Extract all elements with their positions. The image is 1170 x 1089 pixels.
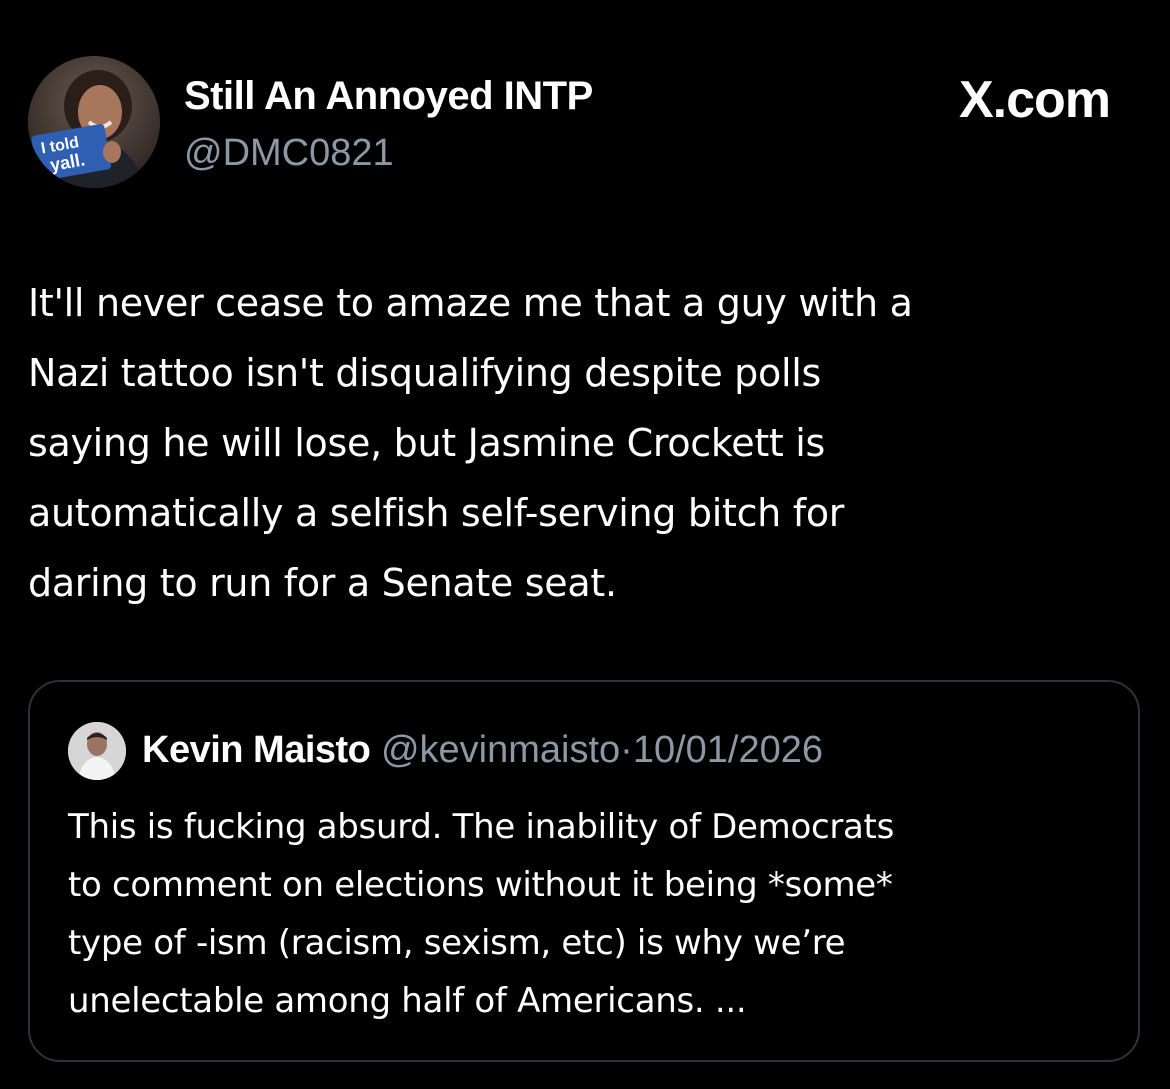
quote-author-avatar[interactable] <box>68 722 126 780</box>
quote-meta: Kevin Maisto @kevinmaisto·10/01/2026 <box>142 726 823 774</box>
quote-text-line: to comment on elections without it being… <box>68 865 893 905</box>
quote-author-handle[interactable]: @kevinmaisto <box>381 729 620 771</box>
tweet-text-line: daring to run for a Senate seat. <box>28 561 617 605</box>
tweet-text-line: It'll never cease to amaze me that a guy… <box>28 281 913 325</box>
author-handle[interactable]: @DMC0821 <box>184 130 394 176</box>
quote-date[interactable]: 10/01/2026 <box>633 729 823 771</box>
author-avatar-image: I told yall. <box>28 56 160 188</box>
quote-tweet-body: This is fucking absurd. The inability of… <box>68 798 1108 1030</box>
quote-text-line: This is fucking absurd. The inability of… <box>68 807 895 847</box>
quote-avatar-image <box>68 722 126 780</box>
tweet-text-line: Nazi tattoo isn't disqualifying despite … <box>28 351 821 395</box>
x-brand-logo: X.com <box>958 71 1111 129</box>
author-avatar[interactable]: I told yall. <box>28 56 160 188</box>
quote-author-name[interactable]: Kevin Maisto <box>142 729 371 771</box>
tweet-header: I told yall. Still An Annoyed INTP @DMC0… <box>28 56 1120 192</box>
quote-tweet-card[interactable]: Kevin Maisto @kevinmaisto·10/01/2026 Thi… <box>28 680 1140 1062</box>
tweet-body: It'll never cease to amaze me that a guy… <box>28 268 1118 618</box>
quote-separator: · <box>620 729 633 771</box>
author-name[interactable]: Still An Annoyed INTP <box>184 72 593 120</box>
quote-text-line: type of -ism (racism, sexism, etc) is wh… <box>68 923 846 963</box>
tweet-text-line: saying he will lose, but Jasmine Crocket… <box>28 421 826 465</box>
tweet-text-line: automatically a selfish self-serving bit… <box>28 491 845 535</box>
quote-text-line: unelectable among half of Americans. ... <box>68 981 747 1021</box>
